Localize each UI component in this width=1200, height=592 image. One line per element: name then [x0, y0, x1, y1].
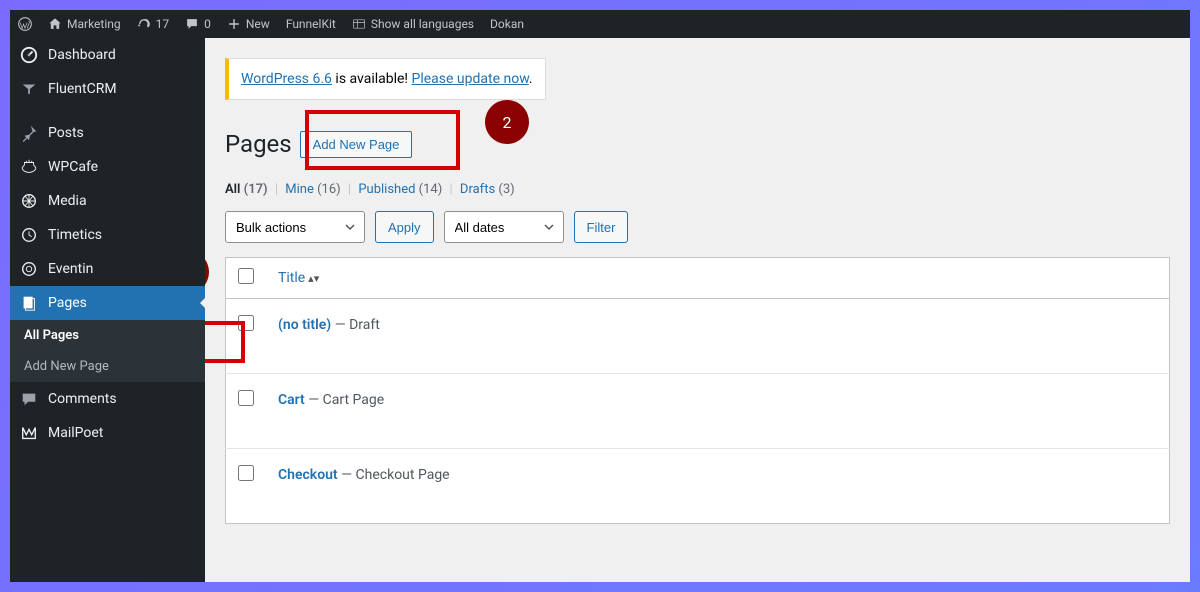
- pages-submenu: All Pages Add New Page: [10, 320, 205, 382]
- filter-drafts[interactable]: Drafts: [460, 182, 495, 197]
- site-name[interactable]: Marketing: [48, 17, 121, 31]
- menu-posts[interactable]: Posts: [10, 116, 205, 150]
- adminbar-languages[interactable]: Show all languages: [352, 17, 474, 31]
- row-checkbox[interactable]: [238, 465, 254, 481]
- date-filter-select[interactable]: All dates: [444, 211, 564, 243]
- bulk-actions-select[interactable]: Bulk actions: [225, 211, 365, 243]
- menu-wpcafe[interactable]: WPCafe: [10, 150, 205, 184]
- row-checkbox[interactable]: [238, 315, 254, 331]
- pin-icon: [20, 124, 38, 142]
- main-content: WordPress 6.6 is available! Please updat…: [205, 38, 1190, 582]
- filter-button[interactable]: Filter: [574, 211, 629, 243]
- media-icon: [20, 192, 38, 210]
- pages-icon: [20, 294, 38, 312]
- menu-eventin[interactable]: Eventin: [10, 252, 205, 286]
- menu-dashboard[interactable]: Dashboard: [10, 38, 205, 72]
- timetics-icon: [20, 226, 38, 244]
- annotation-callout-1: 1: [205, 250, 209, 294]
- new-content[interactable]: New: [227, 17, 270, 31]
- comments-icon: [20, 390, 38, 408]
- page-link[interactable]: Checkout: [278, 467, 338, 483]
- adminbar-funnelkit[interactable]: FunnelKit: [286, 17, 336, 31]
- apply-button[interactable]: Apply: [375, 211, 434, 243]
- add-new-page-button[interactable]: Add New Page: [300, 131, 413, 158]
- update-now-link[interactable]: Please update now: [412, 71, 529, 87]
- status-filters: All (17) | Mine (16) | Published (14) | …: [225, 182, 1170, 197]
- cafe-icon: [20, 158, 38, 176]
- filter-mine[interactable]: Mine: [285, 182, 314, 197]
- submenu-all-pages[interactable]: All Pages: [10, 320, 205, 351]
- dashboard-icon: [20, 46, 38, 64]
- table-row: Checkout — Checkout Page: [226, 449, 1170, 524]
- table-row: Cart — Cart Page: [226, 374, 1170, 449]
- list-controls: Bulk actions Apply All dates Filter: [225, 211, 1170, 243]
- page-title: Pages: [225, 130, 292, 158]
- filter-all[interactable]: All (17): [225, 182, 268, 197]
- submenu-add-new-page[interactable]: Add New Page: [10, 351, 205, 382]
- mailpoet-icon: [20, 424, 38, 442]
- table-row: (no title) — Draft: [226, 299, 1170, 374]
- menu-comments[interactable]: Comments: [10, 382, 205, 416]
- menu-media[interactable]: Media: [10, 184, 205, 218]
- admin-bar: Marketing 17 0 New FunnelKit Show all la…: [10, 10, 1190, 38]
- page-header: Pages Add New Page 2 1: [225, 130, 1170, 158]
- menu-mailpoet[interactable]: MailPoet: [10, 416, 205, 450]
- page-link[interactable]: (no title): [278, 317, 331, 333]
- admin-sidebar: Dashboard FluentCRM Posts WPCafe Media T…: [10, 38, 205, 582]
- menu-fluentcrm[interactable]: FluentCRM: [10, 72, 205, 106]
- pages-table: Title▴▾ (no title) — Draft Cart — Cart P…: [225, 257, 1170, 524]
- fluentcrm-icon: [20, 80, 38, 98]
- sort-icon: ▴▾: [308, 272, 319, 285]
- adminbar-dokan[interactable]: Dokan: [490, 17, 524, 31]
- column-title[interactable]: Title▴▾: [278, 270, 319, 286]
- annotation-callout-2: 2: [485, 100, 529, 144]
- wp-logo[interactable]: [18, 17, 32, 31]
- eventin-icon: [20, 260, 38, 278]
- update-notice: WordPress 6.6 is available! Please updat…: [225, 58, 546, 100]
- updates[interactable]: 17: [137, 17, 170, 31]
- comments-count[interactable]: 0: [185, 17, 211, 31]
- menu-timetics[interactable]: Timetics: [10, 218, 205, 252]
- wp-version-link[interactable]: WordPress 6.6: [241, 71, 332, 87]
- select-all-checkbox[interactable]: [238, 268, 254, 284]
- page-link[interactable]: Cart: [278, 392, 305, 408]
- row-checkbox[interactable]: [238, 390, 254, 406]
- menu-pages[interactable]: Pages: [10, 286, 205, 320]
- filter-published[interactable]: Published: [358, 182, 415, 197]
